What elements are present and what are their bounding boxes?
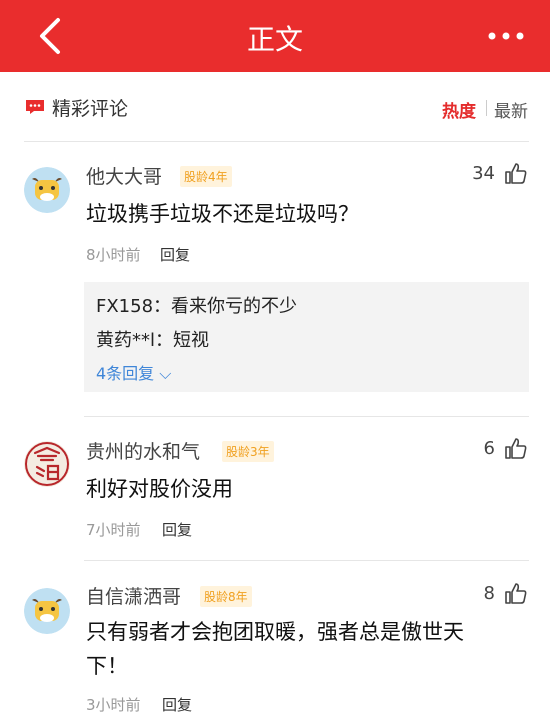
reply-button[interactable]: 回复 — [162, 519, 192, 540]
section-title: 精彩评论 — [52, 98, 129, 120]
divider — [84, 416, 529, 417]
comment-text-line1: 只有弱者才会抱团取暖，强者总是傲世天 — [86, 620, 464, 644]
avatar[interactable] — [24, 588, 70, 634]
sub-replies-box: FX158：看来你亏的不少 黄药**l：短视 4条回复 ⌵ — [84, 282, 529, 392]
comment-bubble-icon — [26, 100, 44, 114]
comment-time: 8小时前 — [86, 246, 141, 264]
thumbs-up-icon[interactable] — [504, 436, 528, 460]
sort-by-hot-tab[interactable]: 热度 — [442, 97, 476, 122]
comment-text: 利好对股价没用 — [86, 477, 233, 501]
like-count: 8 — [483, 583, 495, 604]
comment-time: 7小时前 — [86, 521, 141, 539]
sub-reply-text: 看来你亏的不少 — [171, 296, 298, 317]
thumbs-up-icon[interactable] — [504, 581, 528, 605]
thumbs-up-icon[interactable] — [504, 161, 528, 185]
comment-username[interactable]: 他大大哥 — [86, 162, 162, 189]
like-count: 6 — [483, 438, 495, 459]
stock-age-badge: 股龄8年 — [200, 586, 252, 607]
stock-age-badge: 股龄3年 — [222, 441, 274, 462]
more-options-icon[interactable] — [484, 16, 528, 56]
sort-separator — [486, 100, 487, 116]
sub-reply-text: 短视 — [173, 330, 210, 351]
comment-username[interactable]: 贵州的水和气 — [86, 437, 200, 464]
like-count: 34 — [472, 163, 495, 184]
more-replies-link[interactable]: 4条回复 ⌵ — [96, 360, 171, 384]
comment-username[interactable]: 自信潇洒哥 — [86, 582, 181, 609]
stock-age-badge: 股龄4年 — [180, 166, 232, 187]
comment-time: 3小时前 — [86, 696, 141, 714]
reply-button[interactable]: 回复 — [162, 694, 192, 715]
comment-text-line2: 下！ — [86, 654, 128, 678]
sub-reply: FX158：看来你亏的不少 — [96, 292, 297, 318]
sub-reply-user[interactable]: 黄药**l： — [96, 330, 173, 351]
sort-by-latest-tab[interactable]: 最新 — [494, 97, 528, 122]
sub-reply: 黄药**l：短视 — [96, 326, 209, 352]
sub-reply-user[interactable]: FX158： — [96, 296, 171, 317]
divider — [84, 560, 529, 561]
comment-text: 垃圾携手垃圾不还是垃圾吗？ — [86, 202, 359, 226]
divider — [24, 141, 529, 142]
avatar[interactable] — [24, 167, 70, 213]
avatar[interactable] — [24, 441, 70, 487]
page-title: 正文 — [246, 23, 303, 56]
top-bar: 正文 — [0, 0, 550, 72]
reply-button[interactable]: 回复 — [160, 244, 190, 265]
comments-section-header: 精彩评论 热度 最新 — [0, 72, 550, 142]
